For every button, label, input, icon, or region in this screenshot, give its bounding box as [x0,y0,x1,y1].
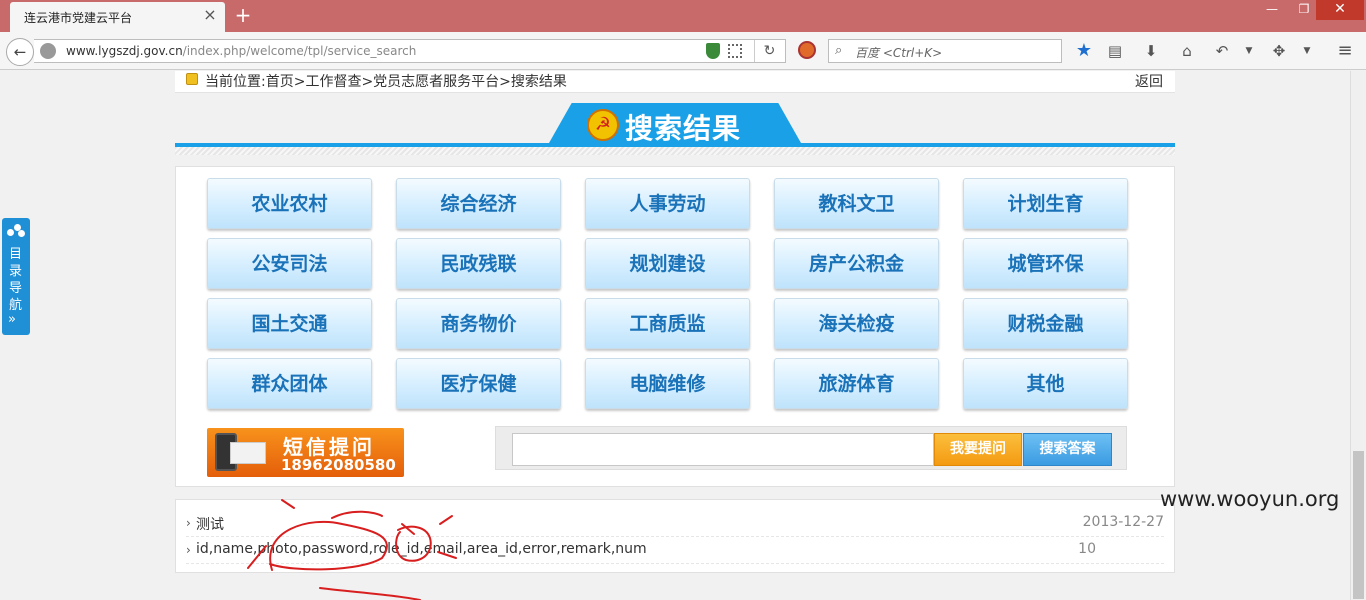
url-path: /index.php/welcome/tpl/service_search [182,44,417,58]
ask-question-button[interactable]: 我要提问 [934,433,1022,466]
users-icon [7,224,25,238]
watermark: www.wooyun.org [1160,487,1340,511]
maximize-icon[interactable]: ❐ [1290,0,1318,20]
bullet-icon: › [186,516,191,530]
result-date: 2013-12-27 [1082,514,1164,530]
question-search-input[interactable] [512,433,934,466]
side-directory-nav[interactable]: 目录导航 » [2,218,30,335]
new-tab-icon[interactable]: + [232,4,254,26]
shield-icon[interactable] [706,43,720,59]
result-title[interactable]: 测试 [196,514,224,534]
category-button[interactable]: 教科文卫 [774,178,939,229]
breadcrumb-text: 当前位置:首页>工作督查>党员志愿者服务平台>搜索结果 [205,74,567,90]
category-button[interactable]: 公安司法 [207,238,372,289]
browser-search-bar[interactable]: ⌕ 百度 <Ctrl+K> [828,39,1062,63]
category-button[interactable]: 工商质监 [585,298,750,349]
breadcrumb: 当前位置:首页>工作督查>党员志愿者服务平台>搜索结果 返回 [175,71,1175,93]
home-icon[interactable]: ⌂ [1176,40,1198,62]
scroll-thumb[interactable] [1353,451,1364,599]
category-button[interactable]: 商务物价 [396,298,561,349]
question-search-box: 我要提问 搜索答案 [495,426,1127,470]
result-header: ☭ 搜索结果 [175,101,1175,157]
menu-icon[interactable]: ≡ [1334,40,1356,62]
back-icon[interactable]: ← [6,38,34,66]
reload-icon[interactable]: ↻ [754,40,784,62]
block-icon[interactable] [798,41,816,59]
result-count: 10 [1078,541,1096,557]
qr-icon[interactable] [728,44,742,58]
tab-close-icon[interactable]: × [202,7,218,23]
undo-icon[interactable]: ↶ [1211,40,1233,62]
browser-search-placeholder: 百度 <Ctrl+K> [855,46,943,60]
category-button[interactable]: 城管环保 [963,238,1128,289]
category-button[interactable]: 电脑维修 [585,358,750,409]
page-scrollbar[interactable] [1350,71,1366,600]
red-annotation-marks [247,499,457,600]
party-emblem-icon: ☭ [587,109,619,141]
category-button[interactable]: 农业农村 [207,178,372,229]
category-button[interactable]: 财税金融 [963,298,1128,349]
category-button[interactable]: 综合经济 [396,178,561,229]
category-button[interactable]: 计划生育 [963,178,1128,229]
category-button[interactable]: 国土交通 [207,298,372,349]
minimize-icon[interactable]: — [1258,0,1286,20]
extension-icon[interactable]: ✥ [1268,40,1290,62]
category-button[interactable]: 旅游体育 [774,358,939,409]
location-icon [186,73,198,85]
double-chevron-icon: » [8,312,16,327]
category-button[interactable]: 海关检疫 [774,298,939,349]
browser-tab[interactable]: 连云港市党建云平台 × [10,2,225,32]
category-button[interactable]: 人事劳动 [585,178,750,229]
page-title: 搜索结果 [625,112,742,145]
navigation-bar: www.lygszdj.gov.cn/index.php/welcome/tpl… [0,32,1366,70]
back-link[interactable]: 返回 [1135,71,1163,91]
search-icon: ⌕ [835,43,843,58]
category-button[interactable]: 医疗保健 [396,358,561,409]
url-bar[interactable]: www.lygszdj.gov.cn/index.php/welcome/tpl… [34,39,786,63]
chevron-down-icon[interactable]: ▼ [1296,40,1318,62]
title-bar: 连云港市党建云平台 × + — ❐ ✕ [0,0,1366,32]
search-answer-button[interactable]: 搜索答案 [1023,433,1112,466]
globe-icon [40,43,56,59]
tab-title: 连云港市党建云平台 [24,11,133,25]
category-button[interactable]: 民政残联 [396,238,561,289]
url-domain: www.lygszdj.gov.cn [66,44,183,58]
category-button[interactable]: 群众团体 [207,358,372,409]
chevron-down-icon[interactable]: ▼ [1238,40,1260,62]
bullet-icon: › [186,543,191,557]
reader-icon[interactable]: ▤ [1104,40,1126,62]
side-nav-label: 目录导航 [9,247,23,313]
category-button[interactable]: 房产公积金 [774,238,939,289]
category-button[interactable]: 规划建设 [585,238,750,289]
url-text[interactable]: www.lygszdj.gov.cn/index.php/welcome/tpl… [66,44,416,58]
close-window-icon[interactable]: ✕ [1316,0,1364,20]
header-stripe [175,147,1175,155]
page-content: 当前位置:首页>工作督查>党员志愿者服务平台>搜索结果 返回 ☭ 搜索结果 农业… [0,71,1350,600]
category-button[interactable]: 其他 [963,358,1128,409]
star-icon[interactable]: ★ [1073,40,1095,62]
download-icon[interactable]: ⬇ [1140,40,1162,62]
